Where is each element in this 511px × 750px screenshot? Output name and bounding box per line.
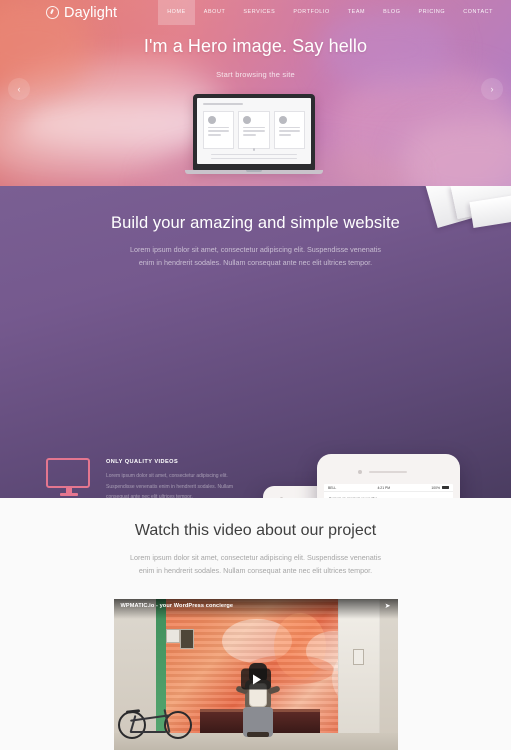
share-icon[interactable]: ➤: [385, 603, 391, 610]
features-title: Build your amazing and simple website: [111, 214, 400, 232]
video-top-bar: WPMATIC.io - your WordPress concierge ➤: [113, 599, 398, 620]
features-section: Build your amazing and simple website Lo…: [0, 186, 511, 498]
nav-item-contact[interactable]: CONTACT: [454, 0, 502, 25]
phone-screen-content: BELL 4:21 PM 100% Reasons we must look o…: [324, 484, 453, 498]
landing-page: Daylight HOME ABOUT SERVICES PORTFOLIO T…: [0, 0, 511, 750]
carousel-prev-arrow-icon[interactable]: ‹: [8, 78, 30, 100]
video-section: Watch this video about our project Lorem…: [0, 498, 511, 750]
nav-links: HOME ABOUT SERVICES PORTFOLIO TEAM BLOG …: [158, 0, 502, 25]
main-navbar: Daylight HOME ABOUT SERVICES PORTFOLIO T…: [0, 0, 511, 25]
battery-icon: [442, 485, 449, 490]
feature-title-videos: ONLY QUALITY VIDEOS: [106, 459, 179, 465]
feature-text-videos: Lorem ipsum dolor sit amet, consectetur …: [106, 473, 234, 498]
hero-subtitle: Start browsing the site: [216, 70, 295, 79]
nav-item-about[interactable]: ABOUT: [195, 0, 235, 25]
nav-item-pricing[interactable]: PRICING: [410, 0, 455, 25]
bicycle-image: [117, 683, 196, 740]
carousel-next-arrow-icon[interactable]: ›: [481, 78, 503, 100]
video-player[interactable]: WPMATIC.io - your WordPress concierge ➤: [113, 599, 398, 750]
nav-item-services[interactable]: SERVICES: [234, 0, 284, 25]
play-button-icon[interactable]: [240, 668, 271, 690]
video-title[interactable]: WPMATIC.io - your WordPress concierge: [121, 603, 234, 609]
phone-screen-heading: Reasons we must look on our offer: [329, 496, 377, 498]
video-section-title: Watch this video about our project: [134, 522, 377, 539]
hero-section: Daylight HOME ABOUT SERVICES PORTFOLIO T…: [0, 0, 511, 186]
hero-copy: I'm a Hero image. Say hello Start browsi…: [0, 36, 511, 79]
brand-logo[interactable]: Daylight: [46, 5, 117, 21]
nav-item-blog[interactable]: BLOG: [374, 0, 409, 25]
laptop-mockup: [185, 94, 323, 174]
monitor-icon: [46, 458, 92, 498]
feature-item-videos: ONLY QUALITY VIDEOS Lorem ipsum dolor si…: [46, 458, 251, 498]
sun-circle-icon: [46, 6, 59, 19]
status-time: 4:21 PM: [377, 485, 391, 490]
features-header: Build your amazing and simple website Lo…: [0, 186, 511, 269]
nav-item-team[interactable]: TEAM: [339, 0, 374, 25]
hero-title: I'm a Hero image. Say hello: [143, 36, 368, 56]
status-battery-percent: 100%: [431, 485, 440, 490]
brand-name: Daylight: [64, 4, 118, 21]
nav-item-portfolio[interactable]: PORTFOLIO: [284, 0, 338, 25]
video-section-subtitle: Lorem ipsum dolor sit amet, consectetur …: [130, 553, 381, 575]
phone-mockup-front: BELL 4:21 PM 100% Reasons we must look o…: [317, 454, 460, 498]
features-list: ONLY QUALITY VIDEOS Lorem ipsum dolor si…: [46, 458, 251, 498]
nav-item-home[interactable]: HOME: [158, 0, 195, 25]
status-carrier: BELL: [328, 485, 337, 490]
phone-mockups: $20 $50 $99 BELL 4:21 PM: [263, 454, 468, 498]
phone-status-bar: BELL 4:21 PM 100%: [324, 484, 453, 492]
features-subtitle: Lorem ipsum dolor sit amet, consectetur …: [130, 245, 381, 267]
